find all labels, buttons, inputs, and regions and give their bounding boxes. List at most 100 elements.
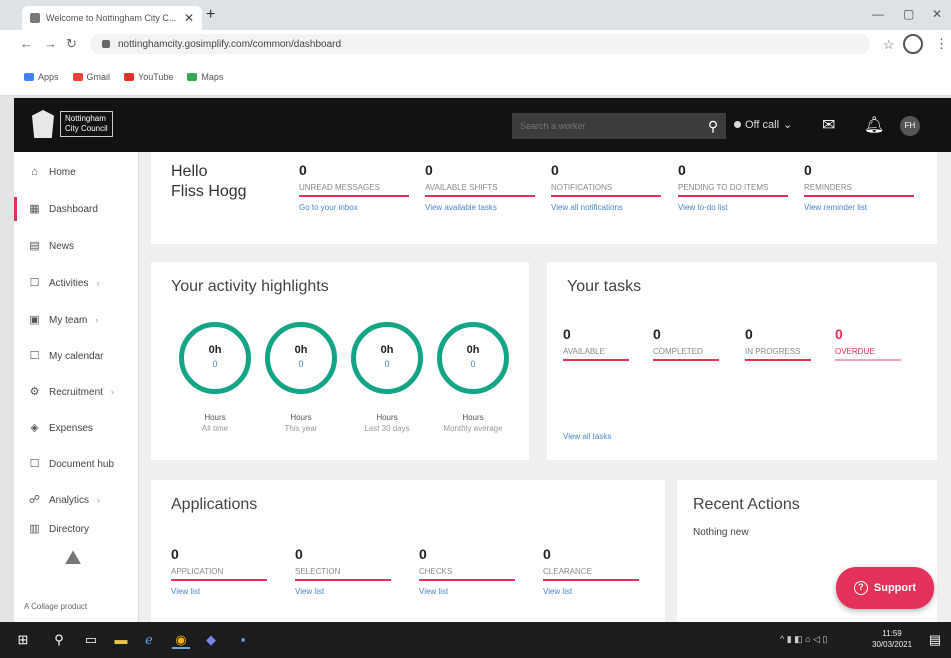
analytics-icon: ☍ (28, 493, 41, 506)
apps-icon (24, 72, 34, 81)
minimize-icon[interactable]: — (872, 7, 884, 21)
task-stat-overdue: 0 Overdue (835, 326, 901, 361)
stat-label: Overdue (835, 347, 901, 361)
taskbar-clock[interactable]: 11:59 30/03/2021 (872, 628, 912, 650)
app-stat-selection: 0 Selection View list (295, 546, 391, 596)
bookmark-apps[interactable]: Apps (24, 72, 59, 82)
chevron-right-icon: › (97, 495, 101, 505)
bookmark-gmail[interactable]: Gmail (72, 72, 110, 82)
support-button[interactable]: ? Support (836, 567, 934, 609)
chrome-icon[interactable]: ◉ (172, 631, 190, 649)
logo-text: Nottingham City Council (60, 111, 113, 137)
avatar[interactable]: FH (900, 116, 920, 136)
ring-value: 0h (466, 344, 480, 356)
browser-tab[interactable]: Welcome to Nottingham City C... ✕ (22, 6, 202, 30)
bookmark-label: Apps (38, 71, 59, 82)
stat-available-shifts: 0 Available shifts View available tasks (425, 162, 535, 212)
hours-ring-monthly-average[interactable]: 0h 0 (437, 322, 509, 394)
address-bar[interactable]: nottinghamcity.gosimplify.com/common/das… (90, 34, 870, 54)
sidebar-item-recruitment[interactable]: ⚙ Recruitment › (14, 380, 134, 404)
chevron-down-icon: ⌄ (783, 119, 793, 131)
reload-icon[interactable]: ↻ (66, 36, 77, 52)
inbox-link[interactable]: Go to your inbox (299, 203, 409, 212)
edge-icon[interactable]: ℯ (140, 631, 158, 649)
call-status-dropdown[interactable]: Off call ⌄ (734, 118, 792, 131)
tab-close-icon[interactable]: ✕ (184, 11, 194, 25)
bell-icon[interactable]: 🔔︎ (864, 115, 884, 135)
stat-value: 0 (551, 162, 559, 178)
sidebar-item-dashboard[interactable]: ▦ Dashboard (14, 197, 134, 221)
sidebar-item-activities[interactable]: ☐ Activities › (14, 271, 134, 295)
stat-label: Notifications (551, 183, 661, 197)
close-window-icon[interactable]: ✕ (932, 7, 942, 21)
chevron-right-icon: › (96, 278, 100, 288)
clock-time: 11:59 (882, 629, 902, 638)
profile-icon[interactable] (903, 34, 923, 54)
todo-list-link[interactable]: View to-do list (678, 203, 788, 212)
sidebar-item-label: My calendar (49, 350, 104, 362)
reminder-list-link[interactable]: View reminder list (804, 203, 914, 212)
your-tasks-card: Your tasks 0 Available 0 Completed 0 In … (547, 262, 937, 460)
app-stat-application: 0 Application View list (171, 546, 267, 596)
sidebar-item-my-team[interactable]: ▣ My team › (14, 308, 134, 332)
view-list-link[interactable]: View list (419, 587, 515, 596)
teams-icon[interactable]: ◆ (202, 631, 220, 649)
app-stat-checks: 0 Checks View list (419, 546, 515, 596)
new-tab-button[interactable]: + (206, 6, 215, 24)
sidebar-item-home[interactable]: ⌂ Home (14, 160, 134, 184)
sidebar-item-label: Directory (49, 523, 90, 535)
available-tasks-link[interactable]: View available tasks (425, 203, 535, 212)
view-list-link[interactable]: View list (171, 587, 267, 596)
sidebar-item-news[interactable]: ▤ News (14, 234, 134, 258)
status-dot-icon (734, 121, 741, 128)
bookmark-star-icon[interactable]: ☆ (883, 37, 895, 53)
sidebar-footer: A Collage product (24, 602, 88, 611)
forward-arrow-icon[interactable]: → (44, 36, 57, 51)
notification-center-icon[interactable]: ▤ (926, 631, 944, 649)
notifications-link[interactable]: View all notifications (551, 203, 661, 212)
task-view-icon[interactable]: ▭ (82, 631, 100, 649)
stat-notifications: 0 Notifications View all notifications (551, 162, 661, 212)
ring-caption: Hours This year (256, 412, 346, 434)
stat-label: Checks (419, 567, 515, 581)
taskbar-search-icon[interactable]: ⚲ (50, 631, 68, 649)
system-tray-icons[interactable]: ^ ▮ ◧ ⌂ ◁ ▯ (780, 634, 828, 645)
hours-ring-this-year[interactable]: 0h 0 (265, 322, 337, 394)
file-explorer-icon[interactable]: ▬ (112, 631, 130, 649)
bookmark-maps[interactable]: Maps (187, 72, 223, 82)
windows-taskbar: ⊞ ⚲ ▭ ▬ ℯ ◉ ◆ ▪ ^ ▮ ◧ ⌂ ◁ ▯ 11:59 30/03/… (0, 622, 951, 658)
more-menu-icon[interactable]: ⋮ (935, 36, 948, 52)
logo-line-1: Nottingham (65, 114, 106, 123)
gmail-icon (72, 72, 83, 81)
windows-start-icon[interactable]: ⊞ (14, 631, 32, 649)
sidebar-item-directory[interactable]: ▥ Directory (14, 522, 134, 536)
stat-reminders: 0 Reminders View reminder list (804, 162, 914, 212)
search-icon[interactable]: ⚲ (700, 113, 726, 139)
view-list-link[interactable]: View list (543, 587, 639, 596)
stat-value: 0 (745, 326, 753, 342)
sidebar-item-my-calendar[interactable]: ☐ My calendar (14, 344, 134, 368)
stat-label: Unread messages (299, 183, 409, 197)
recent-actions-empty: Nothing new (693, 527, 749, 538)
recent-actions-title: Recent Actions (693, 496, 800, 513)
bookmark-youtube[interactable]: YouTube (124, 72, 173, 82)
stat-label: Available (563, 347, 629, 361)
hours-ring-all-time[interactable]: 0h 0 (179, 322, 251, 394)
back-arrow-icon[interactable]: ← (20, 36, 33, 51)
maximize-icon[interactable]: ▢ (903, 7, 914, 21)
stat-value: 0 (804, 162, 812, 178)
council-logo[interactable]: Nottingham City Council (32, 110, 113, 138)
app-icon[interactable]: ▪ (234, 631, 252, 649)
sidebar-item-analytics[interactable]: ☍ Analytics › (14, 488, 134, 512)
applications-title: Applications (171, 496, 258, 513)
app-stat-clearance: 0 Clearance View list (543, 546, 639, 596)
worker-search-input[interactable] (512, 113, 700, 139)
view-all-tasks-link[interactable]: View all tasks (563, 432, 611, 441)
view-list-link[interactable]: View list (295, 587, 391, 596)
messages-icon[interactable]: ✉ (822, 115, 835, 135)
sidebar-item-expenses[interactable]: ◈ Expenses (14, 416, 134, 440)
sidebar-item-document-hub[interactable]: ☐ Document hub (14, 452, 134, 476)
hours-ring-last-30-days[interactable]: 0h 0 (351, 322, 423, 394)
sidebar-item-label: Dashboard (49, 203, 98, 215)
ring-sub: 0 (298, 359, 304, 369)
